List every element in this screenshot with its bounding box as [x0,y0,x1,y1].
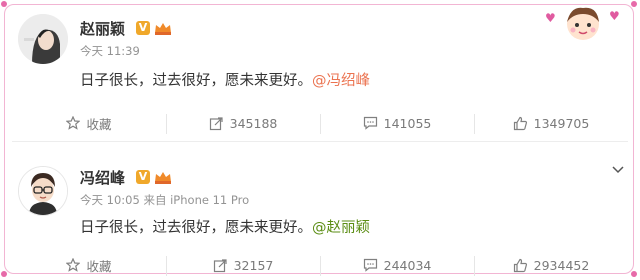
repost-count: 32157 [233,257,274,273]
action-bar: 收藏 345188 141055 1349705 [12,108,628,138]
verified-badge: V [136,21,150,35]
comment-count: 244034 [383,257,432,273]
like-count: 2934452 [533,257,590,273]
favorite-button[interactable]: 收藏 [12,250,166,280]
post-text: 日子很长，过去很好，愿未来更好。@冯绍峰 [80,69,370,90]
thumbs-up-icon [513,116,527,130]
frame-corner-dot [631,271,637,277]
comment-icon [363,116,377,130]
weibo-post: 赵丽颖 V 今天 11:39 日子很长，过去很好，愿未来更好。@冯绍峰 收藏 3… [12,10,628,145]
post-time[interactable]: 今天 11:39 [80,44,140,58]
repost-icon [213,258,227,272]
post-time[interactable]: 今天 10:05 [80,193,140,207]
weibo-post: 冯绍峰 V 今天 10:05 来自 iPhone 11 Pro 日子很长，过去很… [12,160,628,276]
frame-corner-dot [631,1,637,7]
crown-icon [154,20,172,35]
like-button[interactable]: 1349705 [474,108,628,138]
verified-badge: V [136,170,150,184]
avatar[interactable] [18,166,68,216]
avatar[interactable] [18,14,68,64]
frame-corner-dot [1,1,7,7]
like-count: 1349705 [533,115,590,131]
mention-link[interactable]: @赵丽颖 [312,220,370,236]
chevron-down-icon[interactable] [610,162,626,176]
post-meta: 今天 10:05 来自 iPhone 11 Pro [80,192,249,208]
frame-corner-dot [1,271,7,277]
post-divider [12,141,628,142]
post-source: 来自 iPhone 11 Pro [143,193,250,207]
repost-icon [209,116,223,130]
action-bar: 收藏 32157 244034 2934452 [12,250,628,280]
comment-button[interactable]: 244034 [320,250,474,280]
like-button[interactable]: 2934452 [474,250,628,280]
post-meta: 今天 11:39 [80,43,140,59]
post-body: 日子很长，过去很好，愿未来更好。 [80,73,312,89]
star-icon [66,258,81,272]
mention-link[interactable]: @冯绍峰 [312,73,370,89]
author-name[interactable]: 冯绍峰 [80,167,125,188]
repost-count: 345188 [229,115,278,131]
favorite-button[interactable]: 收藏 [12,108,166,138]
favorite-label: 收藏 [86,258,112,274]
thumbs-up-icon [513,258,527,272]
comment-icon [363,258,377,272]
comment-count: 141055 [383,115,432,131]
favorite-label: 收藏 [86,116,112,132]
repost-button[interactable]: 345188 [166,108,320,138]
crown-icon [154,169,172,184]
post-body: 日子很长，过去很好，愿未来更好。 [80,220,312,236]
comment-button[interactable]: 141055 [320,108,474,138]
author-name[interactable]: 赵丽颖 [80,18,125,39]
star-icon [66,116,81,130]
repost-button[interactable]: 32157 [166,250,320,280]
post-text: 日子很长，过去很好，愿未来更好。@赵丽颖 [80,216,370,237]
